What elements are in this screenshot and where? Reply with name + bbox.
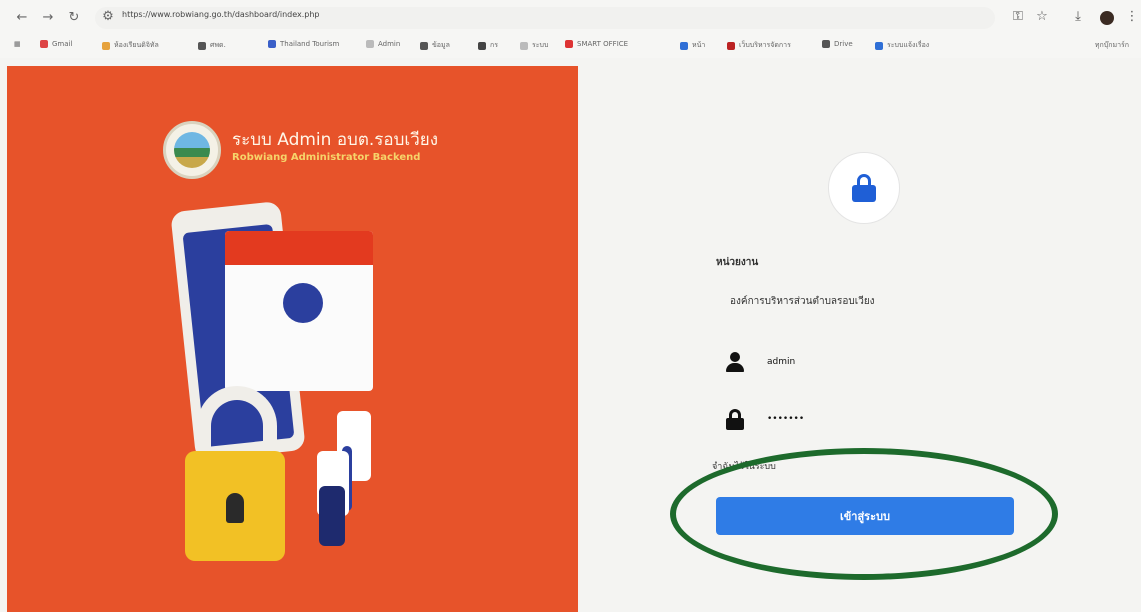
- url-text[interactable]: https://www.robwiang.go.th/dashboard/ind…: [122, 10, 320, 19]
- bookmark-item[interactable]: ระบบ: [520, 40, 548, 51]
- password-row: [725, 406, 1015, 432]
- forward-icon[interactable]: →: [40, 10, 56, 25]
- apps-icon[interactable]: ▦: [14, 40, 21, 48]
- password-lock-icon: [725, 409, 745, 430]
- bookmark-item[interactable]: ระบบแจ้งเรื่อง: [875, 40, 929, 51]
- lock-icon: [852, 174, 876, 202]
- unit-select[interactable]: องค์การบริหารส่วนตำบลรอบเวียง: [730, 294, 875, 309]
- bookmark-item[interactable]: Admin: [366, 40, 400, 48]
- menu-icon[interactable]: ⋮: [1124, 9, 1140, 24]
- hero-panel: ระบบ Admin อบต.รอบเวียง Robwiang Adminis…: [7, 66, 578, 612]
- bookmark-item[interactable]: ห้องเรียนดิจิทัล: [102, 40, 159, 51]
- bookmark-item[interactable]: เว็บบริหารจัดการ: [727, 40, 791, 51]
- site-info-icon[interactable]: ⚙: [100, 9, 116, 24]
- organization-logo: [163, 121, 221, 179]
- padlock-icon: [185, 451, 285, 561]
- lock-badge: [828, 152, 900, 224]
- bookmark-item[interactable]: Drive: [822, 40, 853, 48]
- bookmark-item[interactable]: กร: [478, 40, 498, 51]
- username-input[interactable]: [767, 357, 987, 367]
- browser-toolbar: ← → ↻ ⚙ https://www.robwiang.go.th/dashb…: [0, 0, 1141, 36]
- back-icon[interactable]: ←: [14, 10, 30, 25]
- bookmark-item[interactable]: ข้อมูล: [420, 40, 450, 51]
- remember-me-label[interactable]: จำฉันไว้ในระบบ: [712, 459, 776, 473]
- bookmark-item[interactable]: SMART OFFICE: [565, 40, 628, 48]
- star-icon[interactable]: ☆: [1034, 9, 1050, 24]
- bookmark-item[interactable]: ศพด.: [198, 40, 226, 51]
- username-row: [725, 349, 1015, 375]
- hero-subtitle: Robwiang Administrator Backend: [232, 152, 421, 163]
- key-icon[interactable]: ⚿: [1010, 9, 1026, 24]
- password-input[interactable]: [767, 414, 987, 424]
- profile-avatar[interactable]: [1100, 11, 1114, 25]
- reload-icon[interactable]: ↻: [66, 10, 82, 25]
- user-icon: [725, 352, 745, 372]
- bookmark-item[interactable]: หน้า: [680, 40, 705, 51]
- bookmarks-bar: ▦ Gmail ห้องเรียนดิจิทัล ศพด. Thailand T…: [0, 36, 1141, 58]
- bookmark-item[interactable]: Thailand Tourism: [268, 40, 339, 48]
- bookmark-item[interactable]: Gmail: [40, 40, 72, 48]
- all-bookmarks[interactable]: ทุกบุ๊กมาร์ก: [1095, 40, 1129, 51]
- profile-card-illustration: [225, 231, 373, 391]
- hero-title: ระบบ Admin อบต.รอบเวียง: [232, 130, 439, 150]
- profile-icon: [283, 283, 323, 323]
- unit-label: หน่วยงาน: [716, 257, 759, 268]
- download-icon[interactable]: ⤓: [1070, 9, 1086, 24]
- login-button[interactable]: เข้าสู่ระบบ: [716, 497, 1014, 535]
